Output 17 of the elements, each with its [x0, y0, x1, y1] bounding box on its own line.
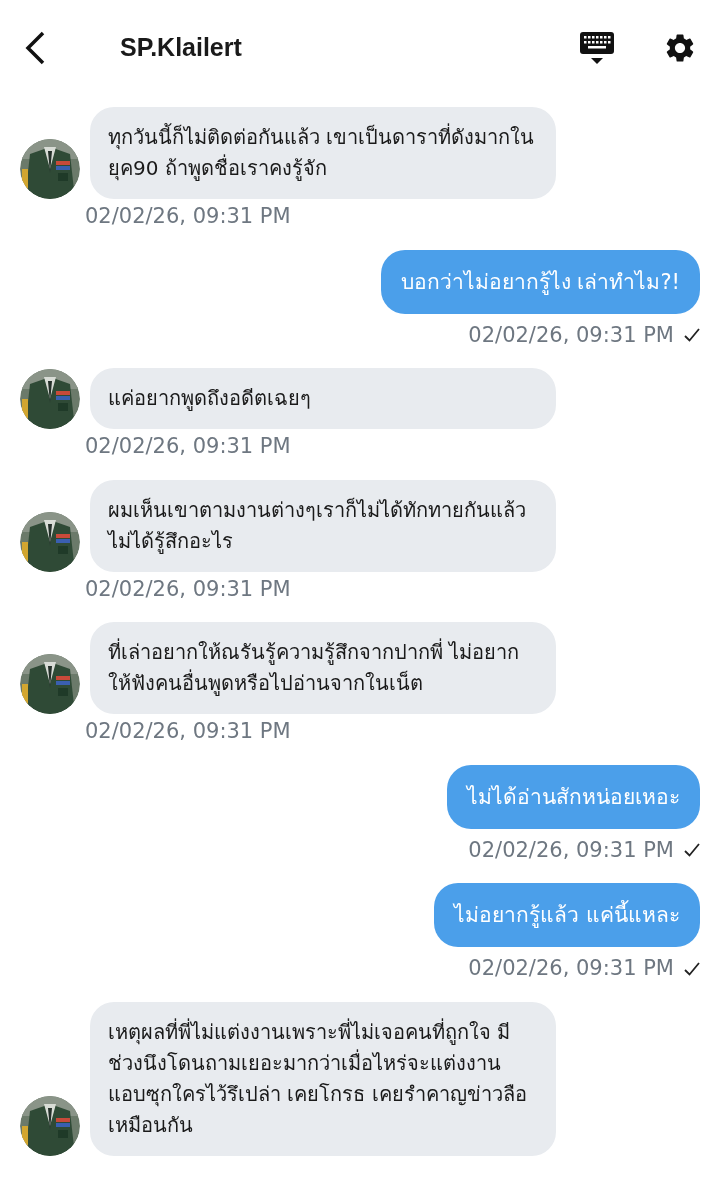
message-timestamp: 02/02/26, 09:31 PM: [468, 955, 674, 982]
message-timestamp: 02/02/26, 09:31 PM: [85, 719, 291, 743]
message-timestamp: 02/02/26, 09:31 PM: [85, 204, 291, 228]
message-timestamp: 02/02/26, 09:31 PM: [85, 434, 291, 458]
message-bubble: ทุกวันนี้ก็ไม่ติดต่อกันแล้ว เขาเป็นดาราที่ดังมากในยุค90 ถ้าพูดชื่อเราคงรู้จัก: [90, 107, 556, 199]
message-bubble: ที่เล่าอยากให้ณรันรู้ความรู้สึกจากปากพี่ ไม่อยากให้ฟังคนอื่นพูดหรือไปอ่านจากในเน็ต: [90, 622, 556, 714]
message-timestamp: 02/02/26, 09:31 PM: [85, 576, 291, 601]
message-bubble: ไม่อยากรู้แล้ว แค่นี้แหละ: [434, 883, 700, 947]
message-bubble: เหตุผลที่พี่ไม่แต่งงานเพราะพี่ไม่เจอคนที่ถูกใจ มีช่วงนึงโดนถามเยอะมากว่าเมื่อไหร่จะแต่งงาน แอบซุกใครไว้รึเปล่า เคยโกรธ เคยรำคาญข่าวลือเหมือนกัน: [90, 1001, 556, 1156]
message-timestamp: 02/02/26, 09:31 PM: [468, 321, 674, 349]
message-timestamp: 02/02/26, 09:31 PM: [468, 836, 674, 864]
message-bubble: ไม่ได้อ่านสักหน่อยเหอะ: [447, 764, 700, 829]
message-bubble: บอกว่าไม่อยากรู้ไง เล่าทำไม?!: [380, 249, 700, 314]
message-bubble: ผมเห็นเขาตามงานต่างๆเราก็ไม่ได้ทักทายกันแล้ว ไม่ได้รู้สึกอะไร: [90, 479, 556, 572]
message-bubble: แค่อยากพูดถึงอดีตเฉยๆ: [90, 368, 556, 429]
keyboard-icon[interactable]: [579, 29, 615, 66]
chat-title: SP.Klailert: [120, 31, 242, 63]
